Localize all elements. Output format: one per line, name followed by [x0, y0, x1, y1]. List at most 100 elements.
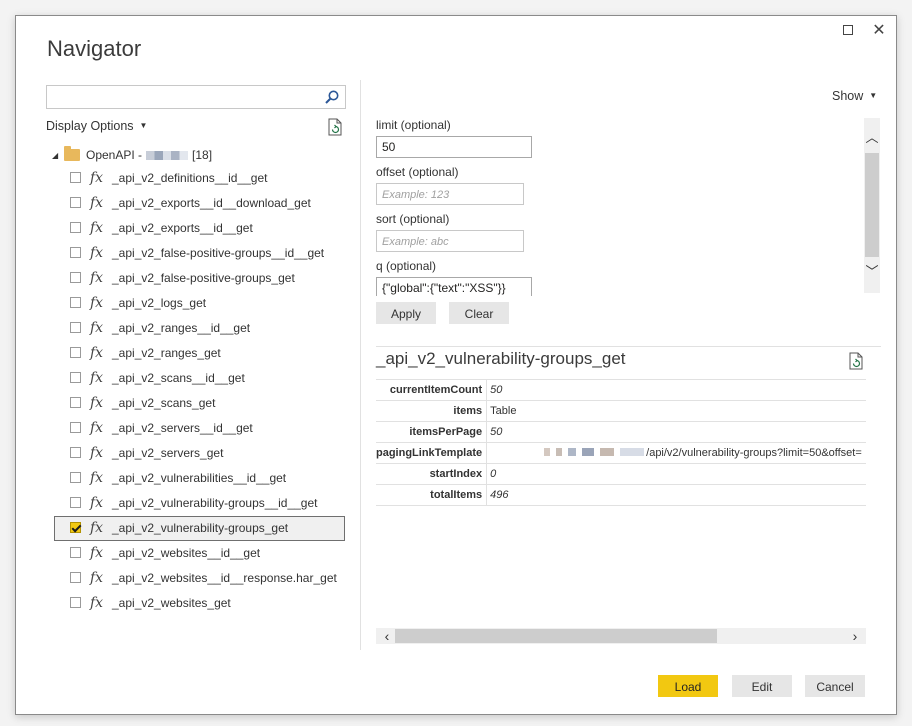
tree-item[interactable]: fx _api_v2_servers_get — [46, 441, 346, 466]
preview-horizontal-scrollbar[interactable]: ‹ › — [376, 628, 866, 644]
item-checkbox[interactable] — [70, 347, 81, 358]
scroll-up-icon[interactable]: ︿ — [864, 129, 880, 147]
edit-button[interactable]: Edit — [732, 675, 792, 697]
item-checkbox[interactable] — [70, 447, 81, 458]
tree-item[interactable]: fx _api_v2_false-positive-groups_get — [46, 266, 346, 291]
scroll-down-icon[interactable]: ﹀ — [864, 263, 880, 281]
cancel-button[interactable]: Cancel — [805, 675, 865, 697]
table-row: totalItems 496 — [376, 484, 866, 506]
item-checkbox[interactable] — [70, 597, 81, 608]
tree-item-label: _api_v2_ranges__id__get — [112, 321, 251, 335]
table-row: itemsPerPage 50 — [376, 421, 866, 443]
preview-record-table: currentItemCount 50 items Table itemsPer… — [376, 379, 866, 506]
record-value: 496 — [486, 484, 866, 506]
search-input[interactable] — [47, 86, 317, 108]
root-label: OpenAPI - — [86, 148, 143, 162]
tree-item[interactable]: fx _api_v2_scans_get — [46, 391, 346, 416]
parameters-vertical-scrollbar[interactable]: ︿ ﹀ — [864, 118, 880, 293]
tree-item-label: _api_v2_websites_get — [112, 596, 231, 610]
sort-input[interactable] — [376, 230, 524, 252]
tree-item[interactable]: fx _api_v2_ranges__id__get — [46, 316, 346, 341]
tree-item[interactable]: fx _api_v2_websites__id__response.har_get — [46, 566, 346, 591]
load-button[interactable]: Load — [658, 675, 718, 697]
record-value: 50 — [486, 421, 866, 443]
record-key: startIndex — [376, 463, 488, 485]
close-button[interactable]: ✕ — [868, 20, 890, 42]
tree-item-label: _api_v2_exports__id__download_get — [112, 196, 311, 210]
caret-down-icon: ▼ — [139, 121, 148, 130]
offset-input[interactable] — [376, 183, 524, 205]
tree-item[interactable]: fx _api_v2_servers__id__get — [46, 416, 346, 441]
tree-item[interactable]: fx _api_v2_vulnerability-groups_get — [54, 516, 345, 541]
item-checkbox[interactable] — [70, 472, 81, 483]
tree-item-label: _api_v2_vulnerability-groups__id__get — [112, 496, 318, 510]
search-box — [46, 85, 346, 109]
sort-label: sort (optional) — [376, 212, 450, 226]
item-checkbox[interactable] — [70, 522, 81, 533]
record-value-table-link[interactable]: Table — [486, 400, 866, 422]
url-path: /api/v2/vulnerability-groups?limit=50&of… — [646, 447, 862, 459]
item-checkbox[interactable] — [70, 222, 81, 233]
clear-button[interactable]: Clear — [449, 302, 509, 324]
item-checkbox[interactable] — [70, 397, 81, 408]
redacted-name — [146, 151, 189, 160]
item-checkbox[interactable] — [70, 172, 81, 183]
scrollbar-thumb[interactable] — [865, 153, 879, 257]
tree-item[interactable]: fx _api_v2_websites_get — [46, 591, 346, 616]
tree-item[interactable]: fx _api_v2_exports__id__get — [46, 216, 346, 241]
item-checkbox[interactable] — [70, 197, 81, 208]
show-button[interactable]: Show ▼ — [832, 89, 877, 103]
scrollbar-thumb[interactable] — [395, 629, 717, 643]
tree-item-label: _api_v2_vulnerabilities__id__get — [112, 471, 287, 485]
function-icon: fx — [90, 520, 104, 536]
tree-item[interactable]: fx _api_v2_ranges_get — [46, 341, 346, 366]
section-divider — [376, 346, 881, 347]
item-checkbox[interactable] — [70, 547, 81, 558]
refresh-preview-icon[interactable] — [848, 352, 864, 370]
tree-item[interactable]: fx _api_v2_logs_get — [46, 291, 346, 316]
item-checkbox[interactable] — [70, 497, 81, 508]
tree-item[interactable]: fx _api_v2_false-positive-groups__id__get — [46, 241, 346, 266]
apply-button[interactable]: Apply — [376, 302, 436, 324]
display-options-button[interactable]: Display Options ▼ — [46, 119, 147, 133]
tree-item[interactable]: fx _api_v2_websites__id__get — [46, 541, 346, 566]
item-checkbox[interactable] — [70, 247, 81, 258]
function-icon: fx — [90, 320, 104, 336]
maximize-icon — [843, 25, 853, 35]
record-key: currentItemCount — [376, 379, 488, 401]
item-checkbox[interactable] — [70, 297, 81, 308]
function-icon: fx — [90, 495, 104, 511]
item-checkbox[interactable] — [70, 272, 81, 283]
record-value: 50 — [486, 379, 866, 401]
item-checkbox[interactable] — [70, 572, 81, 583]
tree-items: fx _api_v2_definitions__id__get fx _api_v2_… — [46, 166, 346, 616]
record-key: items — [376, 400, 488, 422]
function-icon: fx — [90, 445, 104, 461]
item-checkbox[interactable] — [70, 372, 81, 383]
expand-triangle-icon[interactable]: ◢ — [52, 145, 62, 167]
search-icon[interactable] — [324, 89, 340, 105]
scroll-right-icon[interactable]: › — [846, 628, 864, 644]
tree-item-label: _api_v2_false-positive-groups__id__get — [112, 246, 325, 260]
tree-item[interactable]: fx _api_v2_vulnerabilities__id__get — [46, 466, 346, 491]
scroll-left-icon[interactable]: ‹ — [378, 628, 396, 644]
offset-label: offset (optional) — [376, 165, 459, 179]
refresh-icon[interactable] — [327, 118, 343, 136]
item-checkbox[interactable] — [70, 322, 81, 333]
tree-root-openapi[interactable]: ◢ OpenAPI - [18] — [46, 144, 346, 166]
tree-item[interactable]: fx _api_v2_definitions__id__get — [46, 166, 346, 191]
tree-item-label: _api_v2_false-positive-groups_get — [112, 271, 295, 285]
function-icon: fx — [90, 420, 104, 436]
function-icon: fx — [90, 570, 104, 586]
item-checkbox[interactable] — [70, 422, 81, 433]
function-icon: fx — [90, 545, 104, 561]
tree-item[interactable]: fx _api_v2_exports__id__download_get — [46, 191, 346, 216]
navigator-dialog: ✕ Navigator Display Options ▼ ◢ OpenAPI - [… — [15, 15, 897, 715]
q-input[interactable] — [376, 277, 532, 296]
maximize-button[interactable] — [837, 20, 859, 42]
function-icon: fx — [90, 195, 104, 211]
limit-input[interactable] — [376, 136, 532, 158]
tree-item[interactable]: fx _api_v2_vulnerability-groups__id__get — [46, 491, 346, 516]
tree-item[interactable]: fx _api_v2_scans__id__get — [46, 366, 346, 391]
function-icon: fx — [90, 345, 104, 361]
